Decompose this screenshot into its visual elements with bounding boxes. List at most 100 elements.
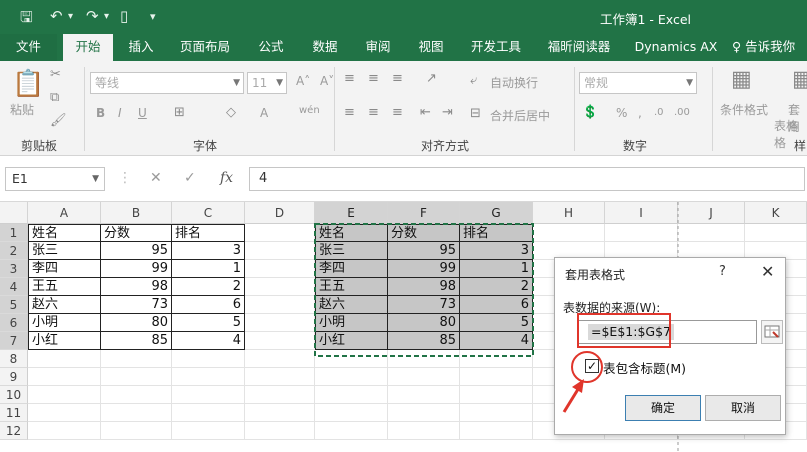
align-center-icon[interactable]: ≡: [368, 105, 379, 120]
row-header-3[interactable]: 3: [0, 260, 28, 278]
italic-icon[interactable]: I: [118, 106, 122, 120]
close-icon[interactable]: ✕: [761, 262, 774, 281]
column-header-k[interactable]: K: [745, 202, 807, 224]
phonetic-icon[interactable]: wén: [299, 105, 320, 116]
row-header-2[interactable]: 2: [0, 242, 28, 260]
table-right-header-cell[interactable]: 分数: [388, 224, 460, 242]
grid-cell[interactable]: [388, 422, 460, 440]
grid-cell[interactable]: [172, 386, 245, 404]
table-left-cell[interactable]: 2: [172, 278, 245, 296]
new-icon[interactable]: ▯: [120, 7, 128, 25]
table-right-cell[interactable]: 3: [460, 242, 533, 260]
grid-cell[interactable]: [172, 350, 245, 368]
grid-cell[interactable]: [101, 350, 172, 368]
grid-cell[interactable]: [28, 422, 101, 440]
row-header-7[interactable]: 7: [0, 332, 28, 350]
table-left-cell[interactable]: 73: [101, 296, 172, 314]
column-header-j[interactable]: J: [678, 202, 745, 224]
table-right-cell[interactable]: 李四: [315, 260, 388, 278]
grid-cell[interactable]: [745, 224, 807, 242]
increase-indent-icon[interactable]: ⇥: [442, 105, 453, 120]
grid-cell[interactable]: [245, 260, 315, 278]
table-left-header-cell[interactable]: 姓名: [28, 224, 101, 242]
table-left-cell[interactable]: 5: [172, 314, 245, 332]
format-as-table-icon[interactable]: ▦: [792, 67, 807, 92]
row-header-1[interactable]: 1: [0, 224, 28, 242]
grid-cell[interactable]: [460, 386, 533, 404]
tab-file[interactable]: 文件: [0, 34, 57, 61]
underline-icon[interactable]: U: [138, 106, 147, 120]
grid-cell[interactable]: [388, 386, 460, 404]
range-picker-icon[interactable]: [761, 320, 783, 344]
table-right-cell[interactable]: 98: [388, 278, 460, 296]
row-header-12[interactable]: 12: [0, 422, 28, 440]
tab-developer[interactable]: 开发工具: [464, 34, 528, 61]
table-right-cell[interactable]: 99: [388, 260, 460, 278]
grid-cell[interactable]: [101, 368, 172, 386]
table-right-cell[interactable]: 6: [460, 296, 533, 314]
grid-cell[interactable]: [245, 296, 315, 314]
help-icon[interactable]: ?: [719, 264, 726, 279]
table-right-cell[interactable]: 80: [388, 314, 460, 332]
grid-cell[interactable]: [245, 224, 315, 242]
row-header-6[interactable]: 6: [0, 314, 28, 332]
grid-cell[interactable]: [388, 404, 460, 422]
enter-icon[interactable]: ✓: [184, 170, 196, 186]
grid-cell[interactable]: [245, 242, 315, 260]
format-painter-icon[interactable]: 🖌: [50, 113, 67, 128]
row-header-11[interactable]: 11: [0, 404, 28, 422]
name-box[interactable]: E1 ▼: [5, 167, 105, 191]
save-icon[interactable]: 🖫: [20, 7, 33, 32]
orientation-icon[interactable]: ↗: [426, 71, 437, 86]
has-headers-label[interactable]: 表包含标题(M): [603, 358, 686, 377]
table-left-cell[interactable]: 99: [101, 260, 172, 278]
conditional-format-button[interactable]: 条件格式: [720, 101, 768, 118]
table-left-cell[interactable]: 王五: [28, 278, 101, 296]
tab-review[interactable]: 审阅: [357, 34, 399, 61]
grid-cell[interactable]: [533, 224, 605, 242]
grid-cell[interactable]: [315, 422, 388, 440]
column-header-i[interactable]: I: [605, 202, 678, 224]
table-right-cell[interactable]: 王五: [315, 278, 388, 296]
align-left-icon[interactable]: ≡: [344, 105, 355, 120]
grid-cell[interactable]: [28, 404, 101, 422]
row-header-5[interactable]: 5: [0, 296, 28, 314]
conditional-format-icon[interactable]: ▦: [731, 67, 752, 92]
grid-cell[interactable]: [28, 350, 101, 368]
cut-icon[interactable]: ✂: [50, 67, 61, 82]
table-left-cell[interactable]: 6: [172, 296, 245, 314]
table-left-cell[interactable]: 98: [101, 278, 172, 296]
ok-button[interactable]: 确定: [625, 395, 701, 421]
table-right-header-cell[interactable]: 姓名: [315, 224, 388, 242]
grid-cell[interactable]: [28, 386, 101, 404]
tab-foxit[interactable]: 福昕阅读器: [540, 34, 618, 61]
redo-dropdown-icon[interactable]: ▾: [104, 11, 109, 22]
formula-input[interactable]: 4: [249, 167, 805, 191]
table-right-cell[interactable]: 5: [460, 314, 533, 332]
table-right-cell[interactable]: 赵六: [315, 296, 388, 314]
table-left-cell[interactable]: 李四: [28, 260, 101, 278]
align-right-icon[interactable]: ≡: [392, 105, 403, 120]
customize-icon[interactable]: ▾: [150, 10, 156, 23]
tab-formulas[interactable]: 公式: [250, 34, 292, 61]
tab-data[interactable]: 数据: [304, 34, 346, 61]
cancel-button[interactable]: 取消: [705, 395, 781, 421]
grid-cell[interactable]: [388, 350, 460, 368]
table-left-header-cell[interactable]: 分数: [101, 224, 172, 242]
grid-cell[interactable]: [172, 404, 245, 422]
grid-cell[interactable]: [460, 422, 533, 440]
row-header-4[interactable]: 4: [0, 278, 28, 296]
font-size-select[interactable]: 11 ▼: [247, 72, 287, 94]
grid-cell[interactable]: [172, 368, 245, 386]
decrease-decimal-icon[interactable]: .00: [674, 107, 690, 118]
percent-icon[interactable]: %: [616, 106, 627, 120]
column-header-d[interactable]: D: [245, 202, 315, 224]
row-header-10[interactable]: 10: [0, 386, 28, 404]
grid-cell[interactable]: [245, 278, 315, 296]
row-header-9[interactable]: 9: [0, 368, 28, 386]
font-family-select[interactable]: 等线 ▼: [90, 72, 244, 94]
table-right-cell[interactable]: 2: [460, 278, 533, 296]
grid-cell[interactable]: [245, 350, 315, 368]
row-header-8[interactable]: 8: [0, 350, 28, 368]
table-right-cell[interactable]: 73: [388, 296, 460, 314]
